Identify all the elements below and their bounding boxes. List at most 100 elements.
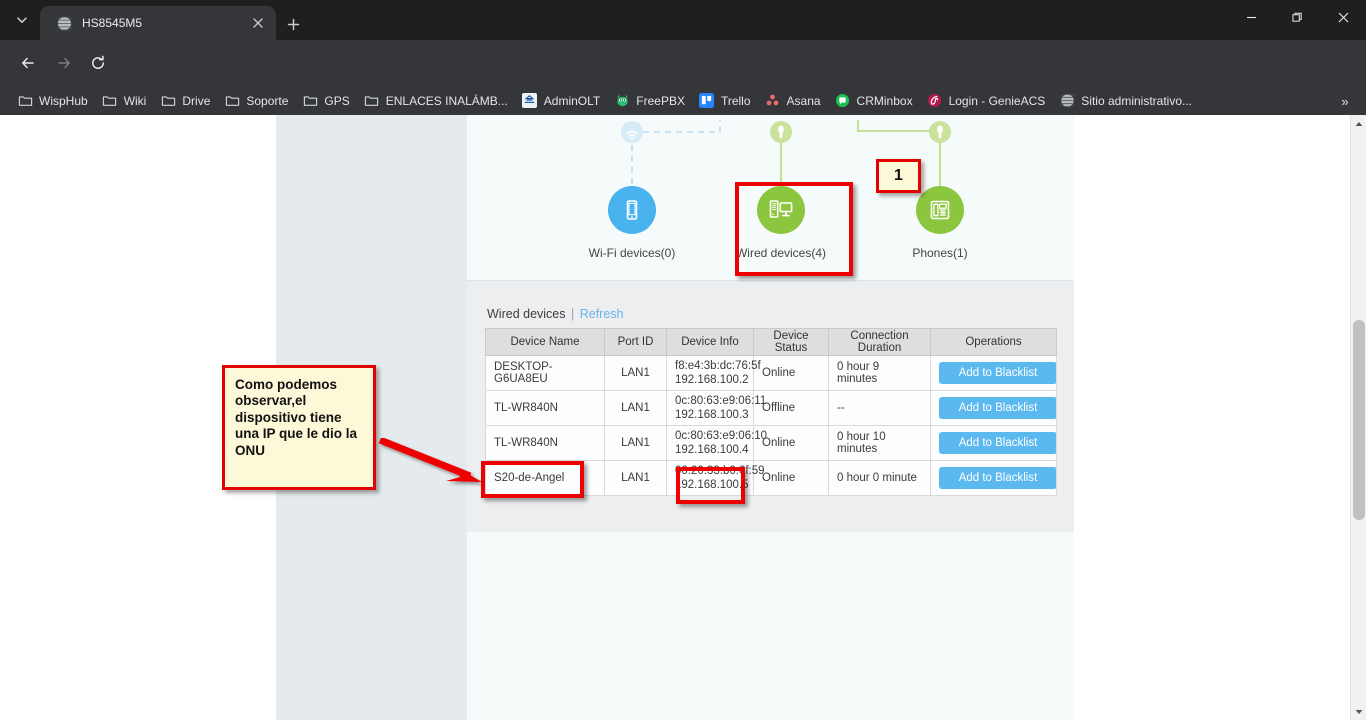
cell-ip: 192.168.100.3: [675, 408, 745, 422]
tab-title: HS8545M5: [82, 16, 248, 30]
window-close-button[interactable]: [1320, 0, 1366, 34]
bookmark-sitio-administrativo[interactable]: Sitio administrativo...: [1052, 90, 1199, 112]
browser-toolbar: No seguro 192.168.100.1/index.asp G 文: [0, 40, 1366, 86]
window-restore-button[interactable]: [1274, 0, 1320, 34]
bookmark-wiki[interactable]: Wiki: [95, 90, 154, 112]
folder-icon: [224, 93, 240, 109]
topology-label-wifi-devices: Wi-Fi devices(0): [552, 246, 712, 260]
bookmark-label: Asana: [787, 94, 821, 108]
folder-icon: [364, 93, 380, 109]
topology-node-wifi-devices[interactable]: [608, 186, 656, 234]
bookmark-trello[interactable]: Trello: [692, 90, 758, 112]
bookmark-label: Soporte: [246, 94, 288, 108]
desk-phone-icon: [928, 198, 952, 222]
col-connection-duration: Connection Duration: [829, 329, 931, 356]
table-row: S20-de-Angel LAN1 00:20:33:b0:0f:59 192.…: [486, 461, 1057, 496]
add-to-blacklist-button[interactable]: Add to Blacklist: [939, 362, 1057, 384]
folder-icon: [17, 93, 33, 109]
desktop-pc-icon: [768, 198, 794, 222]
cell-operations: Add to Blacklist: [931, 391, 1057, 426]
bookmark-adminolt[interactable]: AdminOLT: [515, 90, 607, 112]
cell-connection-duration: 0 hour 10 minutes: [829, 426, 931, 461]
bookmark-label: WispHub: [39, 94, 88, 108]
scroll-down-arrow-icon[interactable]: [1351, 703, 1366, 720]
globe-icon: [56, 15, 72, 31]
topology-label-phones: Phones(1): [860, 246, 1020, 260]
folder-icon: [102, 93, 118, 109]
page-viewport: Wi-Fi devices(0) Wired devices(4): [0, 115, 1366, 720]
bookmark-freepbx[interactable]: FreePBX: [607, 90, 692, 112]
refresh-link[interactable]: Refresh: [580, 307, 624, 321]
forward-button[interactable]: [50, 49, 78, 77]
bookmark-login-genieacs[interactable]: Login - GenieACS: [920, 90, 1053, 112]
table-row: TL-WR840N LAN1 0c:80:63:e9:06:10 192.168…: [486, 426, 1057, 461]
cell-connection-duration: 0 hour 0 minute: [829, 461, 931, 496]
bookmark-asana[interactable]: Asana: [758, 90, 828, 112]
cell-device-info: f8:e4:3b:dc:76:5f 192.168.100.2: [667, 356, 754, 391]
screenshot-root: HS8545M5: [0, 0, 1366, 720]
reload-button[interactable]: [84, 49, 112, 77]
cell-ip: 192.168.100.4: [675, 443, 745, 457]
add-to-blacklist-button[interactable]: Add to Blacklist: [939, 432, 1057, 454]
bookmarks-bar: WispHub Wiki Drive Soporte GPS ENLACES I…: [0, 86, 1366, 115]
bookmark-wisphub[interactable]: WispHub: [10, 90, 95, 112]
bookmark-gps[interactable]: GPS: [295, 90, 356, 112]
add-to-blacklist-button[interactable]: Add to Blacklist: [939, 397, 1057, 419]
bookmark-label: CRMinbox: [857, 94, 913, 108]
cell-mac: f8:e4:3b:dc:76:5f: [675, 359, 745, 373]
annotation-callout: Como podemos observar,el dispositivo tie…: [222, 365, 376, 490]
cell-port-id: LAN1: [605, 391, 667, 426]
bookmark-label: Trello: [721, 94, 751, 108]
add-to-blacklist-button[interactable]: Add to Blacklist: [939, 467, 1057, 489]
bookmark-crminbox[interactable]: CRMinbox: [828, 90, 920, 112]
cell-mac: 00:20:33:b0:0f:59: [675, 464, 745, 478]
scrollbar-thumb[interactable]: [1353, 320, 1365, 520]
cell-mac: 0c:80:63:e9:06:10: [675, 429, 745, 443]
col-device-info: Device Info: [667, 329, 754, 356]
heading-separator: |: [571, 307, 574, 321]
scroll-up-arrow-icon[interactable]: [1351, 115, 1366, 132]
cell-connection-duration: --: [829, 391, 931, 426]
close-icon[interactable]: [248, 13, 268, 33]
asana-icon: [765, 93, 781, 109]
table-header-row: Device Name Port ID Device Info Device S…: [486, 329, 1057, 356]
bookmark-soporte[interactable]: Soporte: [217, 90, 295, 112]
genieacs-icon: [927, 93, 943, 109]
cell-ip: 192.168.100.2: [675, 373, 745, 387]
cell-port-id: LAN1: [605, 461, 667, 496]
cell-mac: 0c:80:63:e9:06:11: [675, 394, 745, 408]
col-device-status: Device Status: [754, 329, 829, 356]
network-topology: Wi-Fi devices(0) Wired devices(4): [467, 115, 1074, 280]
cell-port-id: LAN1: [605, 426, 667, 461]
col-device-name: Device Name: [486, 329, 605, 356]
topology-node-wired-devices[interactable]: [757, 186, 805, 234]
back-button[interactable]: [14, 49, 42, 77]
bookmark-drive[interactable]: Drive: [153, 90, 217, 112]
col-port-id: Port ID: [605, 329, 667, 356]
bookmark-label: FreePBX: [636, 94, 685, 108]
topology-node-phones[interactable]: [916, 186, 964, 234]
cell-port-id: LAN1: [605, 356, 667, 391]
cell-device-name: DESKTOP-G6UA8EU: [486, 356, 605, 391]
cell-operations: Add to Blacklist: [931, 426, 1057, 461]
freepbx-icon: [614, 93, 630, 109]
adminolt-icon: [522, 93, 538, 109]
bookmark-enlaces-inalambricos[interactable]: ENLACES INALÁMB...: [357, 90, 515, 112]
browser-tab[interactable]: HS8545M5: [40, 6, 276, 40]
tab-search-chevron-icon[interactable]: [8, 6, 36, 34]
new-tab-button[interactable]: [280, 11, 306, 37]
page-scrollbar[interactable]: [1350, 115, 1366, 720]
cell-device-info: 0c:80:63:e9:06:10 192.168.100.4: [667, 426, 754, 461]
cell-device-info: 00:20:33:b0:0f:59 192.168.100.5: [667, 461, 754, 496]
bookmark-label: ENLACES INALÁMB...: [386, 94, 508, 108]
table-row: DESKTOP-G6UA8EU LAN1 f8:e4:3b:dc:76:5f 1…: [486, 356, 1057, 391]
cell-device-name: TL-WR840N: [486, 391, 605, 426]
bookmark-label: Sitio administrativo...: [1081, 94, 1192, 108]
trello-icon: [699, 93, 715, 109]
bookmark-label: Wiki: [124, 94, 147, 108]
bookmark-label: Login - GenieACS: [949, 94, 1046, 108]
folder-icon: [160, 93, 176, 109]
window-minimize-button[interactable]: [1228, 0, 1274, 34]
bookmarks-overflow-button[interactable]: »: [1334, 90, 1356, 112]
cell-ip: 192.168.100.5: [675, 478, 745, 492]
